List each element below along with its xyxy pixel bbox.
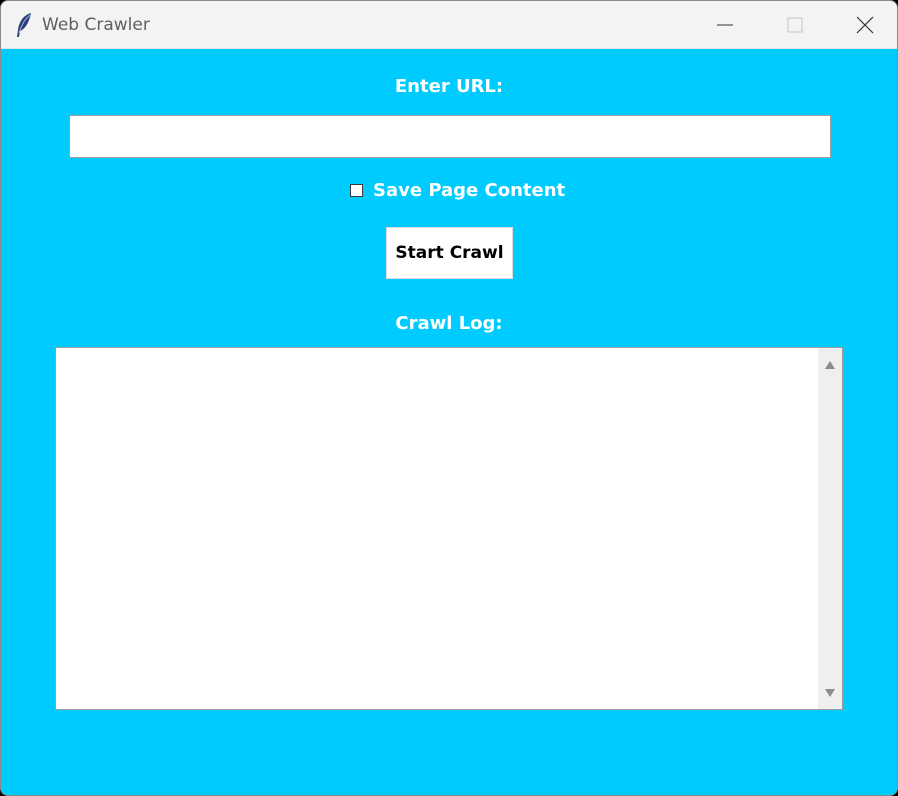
app-window: Web Crawler Enter URL: Save Page Content…: [0, 0, 898, 796]
save-content-label[interactable]: Save Page Content: [373, 180, 565, 201]
crawl-log-textarea[interactable]: [55, 347, 843, 710]
scroll-up-arrow-icon[interactable]: [824, 355, 836, 374]
feather-icon: [14, 12, 34, 38]
maximize-button[interactable]: [760, 1, 830, 48]
crawl-log-text[interactable]: [56, 348, 818, 709]
close-icon: [856, 16, 874, 34]
window-title: Web Crawler: [42, 15, 150, 35]
start-crawl-button[interactable]: Start Crawl: [386, 227, 513, 279]
url-input[interactable]: [69, 115, 831, 158]
log-scrollbar[interactable]: [818, 348, 842, 709]
title-bar[interactable]: Web Crawler: [1, 1, 897, 49]
save-content-option[interactable]: Save Page Content: [350, 179, 565, 201]
minimize-button[interactable]: [690, 1, 760, 48]
close-button[interactable]: [830, 1, 897, 48]
url-label: Enter URL:: [394, 76, 504, 97]
save-content-checkbox[interactable]: [350, 183, 363, 197]
minimize-icon: [717, 24, 733, 26]
maximize-icon: [787, 17, 803, 33]
crawl-log-label: Crawl Log:: [395, 313, 503, 334]
main-content: Enter URL: Save Page Content Start Crawl…: [1, 49, 897, 795]
scroll-down-arrow-icon[interactable]: [824, 683, 836, 702]
